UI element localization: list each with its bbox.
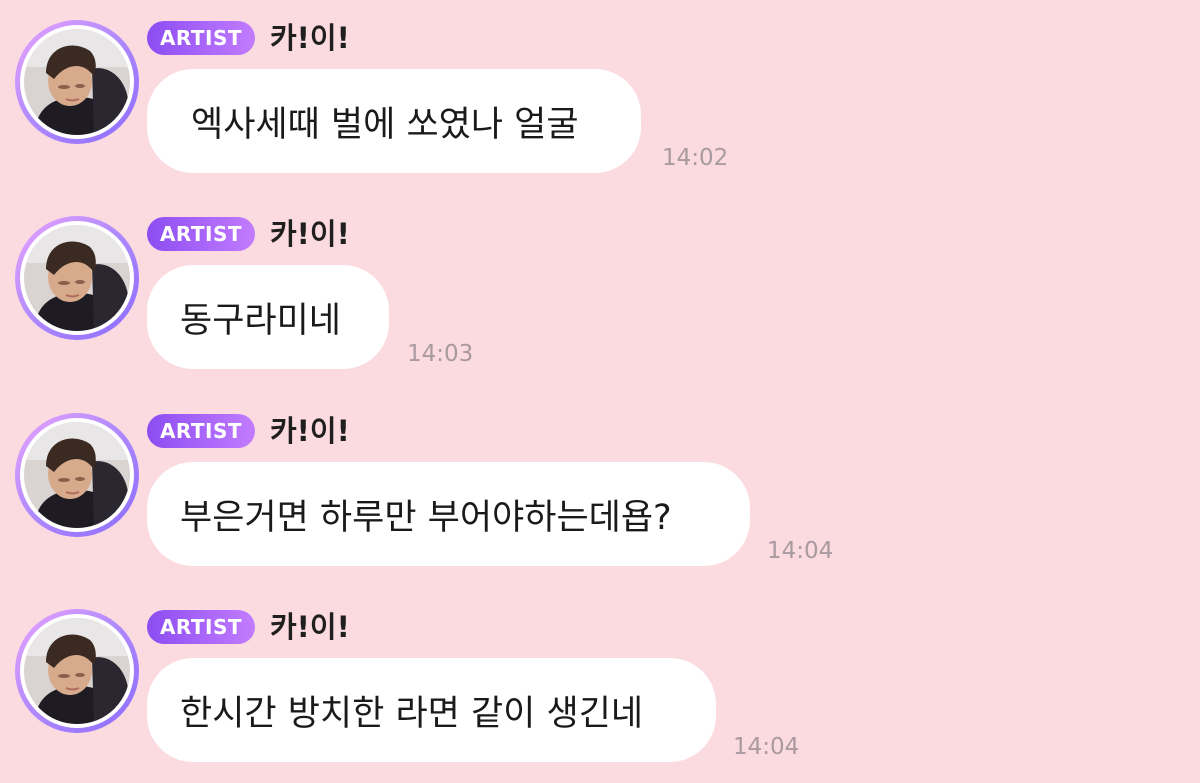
message-timestamp: 14:04 (733, 734, 800, 760)
avatar-photo (24, 422, 130, 528)
avatar-ring (20, 25, 134, 139)
avatar[interactable] (15, 413, 139, 537)
message-bubble[interactable]: 동구라미네 (147, 265, 389, 369)
profile-photo-icon (24, 225, 130, 331)
sender-name[interactable]: 카!이! (270, 214, 350, 254)
chat-message: ARTIST 카!이! 동구라미네 14:03 (0, 196, 1200, 376)
sender-name[interactable]: 카!이! (270, 411, 350, 451)
artist-badge: ARTIST (147, 610, 255, 644)
avatar-ring (20, 614, 134, 728)
profile-photo-icon (24, 422, 130, 528)
message-bubble[interactable]: 엑사세때 벌에 쏘였나 얼굴 (147, 69, 641, 173)
profile-photo-icon (24, 618, 130, 724)
chat-message: ARTIST 카!이! 부은거면 하루만 부어야하는데욥? 14:04 (0, 393, 1200, 573)
avatar[interactable] (15, 609, 139, 733)
sender-name[interactable]: 카!이! (270, 607, 350, 647)
message-timestamp: 14:03 (407, 341, 474, 367)
avatar[interactable] (15, 216, 139, 340)
sender-name[interactable]: 카!이! (270, 18, 350, 58)
artist-badge: ARTIST (147, 217, 255, 251)
chat-message: ARTIST 카!이! 엑사세때 벌에 쏘였나 얼굴 14:02 (0, 0, 1200, 180)
profile-photo-icon (24, 29, 130, 135)
chat-message: ARTIST 카!이! 한시간 방치한 라면 같이 생긴네 14:04 (0, 589, 1200, 769)
message-timestamp: 14:04 (767, 538, 834, 564)
message-bubble[interactable]: 부은거면 하루만 부어야하는데욥? (147, 462, 750, 566)
artist-badge: ARTIST (147, 21, 255, 55)
avatar-ring (20, 221, 134, 335)
avatar-photo (24, 29, 130, 135)
artist-badge: ARTIST (147, 414, 255, 448)
avatar[interactable] (15, 20, 139, 144)
avatar-photo (24, 225, 130, 331)
message-timestamp: 14:02 (662, 145, 729, 171)
avatar-photo (24, 618, 130, 724)
message-bubble[interactable]: 한시간 방치한 라면 같이 생긴네 (147, 658, 716, 762)
avatar-ring (20, 418, 134, 532)
